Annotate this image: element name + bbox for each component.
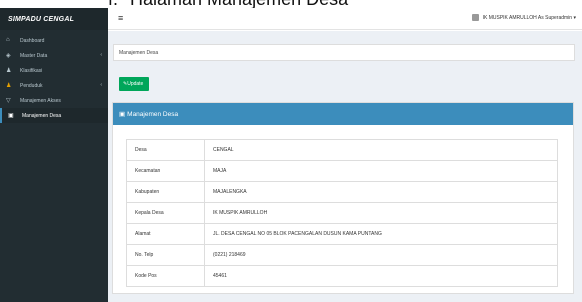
row-key: Kode Pos [126,265,205,287]
row-key: No. Telp [126,244,205,266]
sidebar-item-dashboard[interactable]: ⌂ Dashboard [0,33,108,48]
row-key: Desa [126,139,205,161]
app-brand[interactable]: SIMPADU CENGAL [0,8,108,30]
filter-icon: ▽ [6,98,11,104]
table-row: Desa CENGAL [126,139,558,161]
row-value: MAJA [204,160,558,182]
row-key: Kecamatan [126,160,205,182]
table-row: Kepala Desa IK MUSPIK AMRULLOH [126,202,558,224]
sidebar-item-label: Master Data [20,53,48,59]
table-row: Alamat JL. DESA CENGAL NO 05 BLOK PACENG… [126,223,558,245]
user-name: IK MUSPIK AMRULLOH As Superadmin ▾ [482,14,576,21]
row-value: MAJALENGKA [204,181,558,203]
users-icon: ♟ [6,68,12,74]
table-row: Kecamatan MAJA [126,160,558,182]
row-value: IK MUSPIK AMRULLOH [204,202,558,224]
table-row: Kode Pos 45461 [126,265,558,287]
caption-number: f. [108,0,118,8]
chevron-left-icon: ‹ [100,52,102,58]
manajemen-desa-panel: ▣ Manajemen Desa Desa CENGAL Kecamatan MA… [112,102,574,294]
breadcrumb: Manajemen Desa [113,44,575,61]
panel-title: Manajemen Desa [127,111,179,118]
menu-toggle-icon[interactable]: ≡ [118,13,123,23]
caption-text: Halaman Manajemen Desa [130,0,348,8]
table-row: Kabupaten MAJALENGKA [126,181,558,203]
sidebar-item-manajemen-akses[interactable]: ▽ Manajemen Akses [0,93,108,108]
user-menu[interactable]: IK MUSPIK AMRULLOH As Superadmin ▾ [471,14,576,21]
row-key: Alamat [126,223,205,245]
sidebar-item-klasifikasi[interactable]: ♟ Klasifikasi [0,63,108,78]
building-icon: ▣ [119,111,126,118]
row-value: 45461 [204,265,558,287]
sidebar-item-master-data[interactable]: ◈ Master Data ‹ [0,48,108,63]
update-button-label: Update [127,81,144,87]
desa-info-table: Desa CENGAL Kecamatan MAJA Kabupaten MAJ… [126,139,558,287]
table-row: No. Telp (0221) 218469 [126,244,558,266]
sidebar-item-label: Manajemen Akses [20,98,61,104]
sidebar: SIMPADU CENGAL ⌂ Dashboard ◈ Master Data… [0,8,108,302]
sidebar-item-label: Penduduk [20,83,43,89]
sidebar-item-label: Klasifikasi [20,68,43,74]
sidebar-item-label: Manajemen Desa [22,113,62,119]
update-button[interactable]: ✎Update [119,77,149,91]
row-value: CENGAL [204,139,558,161]
main-content: Manajemen Desa ✎Update ▣ Manajemen Desa D… [108,31,582,302]
building-icon: ▣ [8,113,14,119]
chevron-left-icon: ‹ [100,82,102,88]
home-icon: ⌂ [6,37,10,43]
app-screen: SIMPADU CENGAL ⌂ Dashboard ◈ Master Data… [0,8,582,302]
document-caption: f. Halaman Manajemen Desa [0,0,582,8]
avatar [471,14,479,21]
row-key: Kepala Desa [126,202,205,224]
row-value: (0221) 218469 [204,244,558,266]
row-key: Kabupaten [126,181,205,203]
panel-header: ▣ Manajemen Desa [113,103,573,125]
layers-icon: ◈ [6,53,11,59]
row-value: JL. DESA CENGAL NO 05 BLOK PACENGALAN DU… [204,223,558,245]
sidebar-item-penduduk[interactable]: ♟ Penduduk ‹ [0,78,108,93]
sidebar-item-label: Dashboard [20,38,45,44]
page: f. Halaman Manajemen Desa SIMPADU CENGAL… [0,0,582,302]
top-navbar: ≡ IK MUSPIK AMRULLOH As Superadmin ▾ [108,8,582,30]
sidebar-item-manajemen-desa[interactable]: ▣ Manajemen Desa [0,108,108,123]
people-icon: ♟ [6,83,12,89]
